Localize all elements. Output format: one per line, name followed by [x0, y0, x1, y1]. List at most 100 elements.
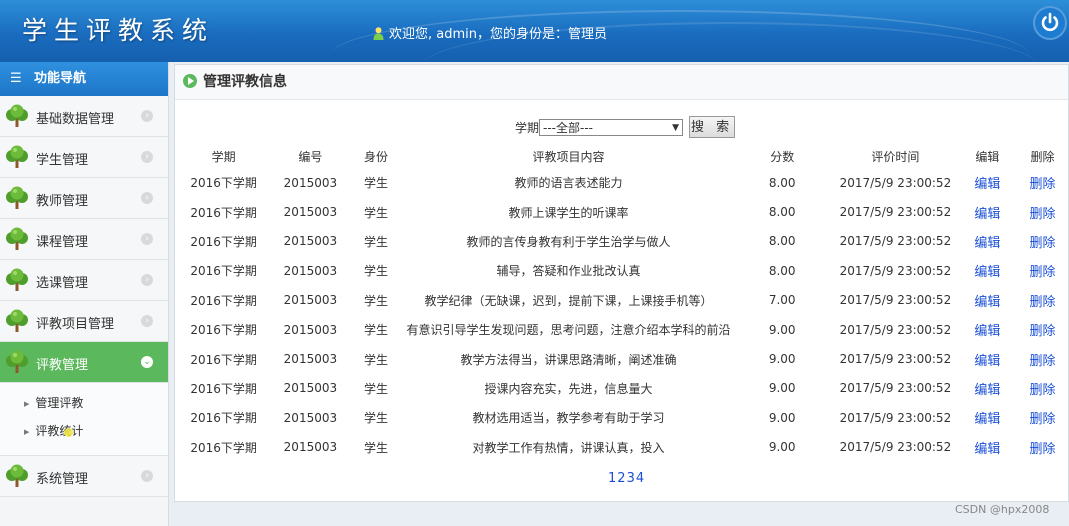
chevron-right-icon: › [141, 151, 153, 163]
delete-link[interactable]: 删除 [1029, 354, 1055, 369]
chevron-right-icon: › [141, 233, 153, 245]
cell-term: 2016下学期 [190, 293, 257, 308]
cell-time: 2017/5/9 23:00:52 [839, 410, 952, 425]
cell-del: 删除 [1015, 227, 1069, 256]
cell-edit: 编辑 [960, 315, 1015, 344]
cell-edit: 编辑 [960, 168, 1015, 197]
sidebar-item[interactable]: 学生管理 › [0, 137, 168, 178]
evaluation-table: 学期 编号 身份 评教项目内容 分数 评价时间 编辑 删除 2016下学期 2015003 学生教… [175, 144, 1069, 462]
edit-link[interactable]: 编辑 [974, 412, 1000, 427]
sidebar-item[interactable]: 评教管理 ⌄ [0, 342, 168, 383]
cell-id: 2015003 [283, 381, 338, 396]
tree-icon [5, 104, 29, 128]
cell-id: 2015003 [283, 293, 338, 308]
sidebar-item[interactable]: 教师管理 › [0, 178, 168, 219]
column-header: 编号 [298, 149, 323, 164]
cell-edit: 编辑 [960, 286, 1015, 315]
dropdown-caret-icon: ▼ [672, 122, 680, 133]
delete-link[interactable]: 删除 [1029, 236, 1055, 251]
term-select[interactable]: ---全部--- ▼ [539, 118, 684, 136]
sidebar-item[interactable]: 课程管理 › [0, 219, 168, 260]
cell-score: 9.00 [768, 381, 796, 396]
logout-button[interactable] [1033, 6, 1067, 40]
chevron-down-icon: ⌄ [141, 356, 153, 368]
cell-content: 教师的言传身教有利于学生治学与做人 [466, 234, 671, 249]
cell-id: 2015003 [283, 352, 338, 367]
edit-link[interactable]: 编辑 [974, 177, 1000, 192]
chevron-right-icon: › [141, 192, 153, 204]
cell-score: 8.00 [768, 234, 796, 249]
submenu-item[interactable]: ▶ 管理评教 [0, 389, 168, 417]
term-filter: 学期 ---全部--- ▼ 搜 索 [515, 116, 736, 138]
column-header: 学期 [211, 149, 236, 164]
table-row: 2016下学期 2015003 学生 教师的言传身教有利于学生治学与做人 8.00 201… [175, 227, 1069, 256]
delete-link[interactable]: 删除 [1029, 412, 1055, 427]
sidebar-item[interactable]: 选课管理 › [0, 260, 168, 301]
list-icon: ☰ [10, 71, 22, 86]
delete-link[interactable]: 删除 [1029, 324, 1055, 339]
cell-content: 教学纪律（无缺课，迟到，提前下课，上课接手机等） [424, 293, 713, 308]
search-button[interactable]: 搜 索 [689, 116, 736, 138]
delete-link[interactable]: 删除 [1029, 177, 1055, 192]
sidebar-item[interactable]: 系统管理 › [0, 456, 168, 497]
submenu-item-label: 评教统计 [35, 424, 84, 438]
cell-score: 9.00 [768, 352, 796, 367]
cell-term: 2016下学期 [190, 234, 257, 249]
submenu: ▶ 管理评教 ▶ 评教统计 [0, 383, 168, 456]
sidebar-item-label: 课程管理 [36, 235, 89, 250]
page-link[interactable]: 3 [627, 471, 636, 486]
cell-del: 删除 [1015, 168, 1069, 197]
tree-icon [5, 145, 29, 169]
column-header: 身份 [363, 149, 388, 164]
welcome-text: 欢迎您, admin，您的身份是：管理员 [389, 27, 607, 42]
page-link[interactable]: 4 [636, 471, 645, 486]
tree-icon [5, 350, 29, 374]
cell-score: 7.00 [768, 293, 796, 308]
term-select-value: ---全部--- [543, 120, 593, 135]
sidebar-item[interactable]: 基础数据管理 › [0, 96, 168, 137]
cell-del: 删除 [1015, 403, 1069, 432]
cell-score: 9.00 [768, 322, 796, 337]
cell-del: 删除 [1015, 374, 1069, 403]
edit-link[interactable]: 编辑 [974, 354, 1000, 369]
edit-link[interactable]: 编辑 [974, 324, 1000, 339]
term-filter-label: 学期 [515, 120, 540, 135]
edit-link[interactable]: 编辑 [974, 236, 1000, 251]
column-header: 分数 [770, 149, 795, 164]
edit-link[interactable]: 编辑 [974, 207, 1000, 222]
sidebar: ☰ 功能导航 基础数据管理 › 学生管理 › 教师管理 › 课程管理 › 选课管理 › 评教项目管理 ›… [0, 62, 169, 526]
cell-id: 2015003 [283, 175, 338, 190]
cell-term: 2016下学期 [190, 381, 257, 396]
delete-link[interactable]: 删除 [1029, 442, 1055, 457]
edit-link[interactable]: 编辑 [974, 265, 1000, 280]
cell-edit: 编辑 [960, 433, 1015, 462]
edit-link[interactable]: 编辑 [974, 383, 1000, 398]
cell-time: 2017/5/9 23:00:52 [839, 205, 952, 220]
submenu-item[interactable]: ▶ 评教统计 [0, 417, 168, 445]
watermark: CSDN @hpx2008 [955, 503, 1050, 516]
cell-score: 9.00 [768, 410, 796, 425]
sidebar-item[interactable]: 评教项目管理 › [0, 301, 168, 342]
cell-role: 学生 [363, 323, 388, 338]
cell-content: 教学方法得当，讲课思路清晰，阐述准确 [460, 352, 677, 367]
user-icon [373, 27, 384, 40]
cell-role: 学生 [363, 176, 388, 191]
edit-link[interactable]: 编辑 [974, 442, 1000, 457]
edit-link[interactable]: 编辑 [974, 295, 1000, 310]
cell-role: 学生 [363, 440, 388, 455]
page-link[interactable]: 2 [617, 471, 626, 486]
cell-time: 2017/5/9 23:00:52 [839, 322, 952, 337]
cursor-highlight [64, 428, 73, 437]
chevron-right-icon: › [141, 470, 153, 482]
cell-score: 8.00 [768, 205, 796, 220]
cell-term: 2016下学期 [190, 323, 257, 338]
delete-link[interactable]: 删除 [1029, 383, 1055, 398]
delete-link[interactable]: 删除 [1029, 295, 1055, 310]
cell-id: 2015003 [283, 322, 338, 337]
delete-link[interactable]: 删除 [1029, 207, 1055, 222]
page-link[interactable]: 1 [608, 471, 617, 486]
tree-icon [5, 186, 29, 210]
cell-role: 学生 [363, 205, 388, 220]
delete-link[interactable]: 删除 [1029, 265, 1055, 280]
cell-time: 2017/5/9 23:00:52 [839, 234, 952, 249]
